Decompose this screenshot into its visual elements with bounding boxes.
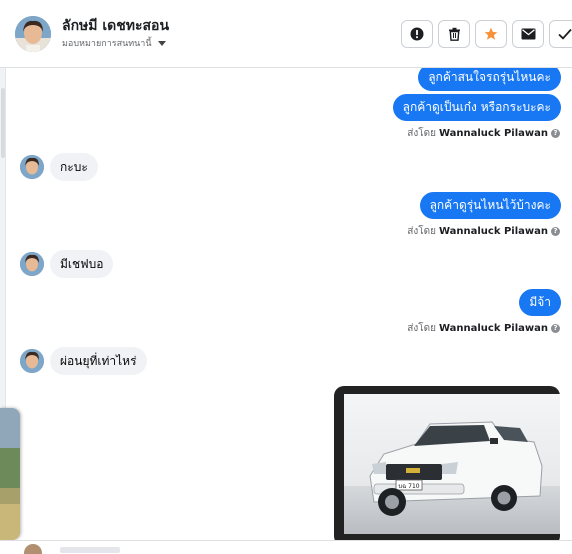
outgoing-message[interactable]: ลูกค้าดูเป็นเก๋ง หรือกระบะคะ <box>392 94 561 121</box>
star-icon <box>484 27 498 40</box>
license-plate: บฉ 710 <box>398 483 419 490</box>
incoming-message[interactable]: ผ่อนยุที่เท่าไหร่ <box>50 347 147 375</box>
photo-attachment[interactable]: บฉ 710 <box>344 394 560 534</box>
trash-icon <box>448 27 460 41</box>
sent-by-author[interactable]: Wannaluck Pilawan <box>439 128 548 139</box>
message-thread[interactable]: ลูกค้าสนใจรถรุ่นไหนคะ ลูกค้าดูเป็นเก๋ง ห… <box>6 68 572 540</box>
header-actions <box>401 20 572 48</box>
contact-avatar-small[interactable] <box>20 349 44 373</box>
help-icon[interactable]: ? <box>551 227 560 236</box>
exclamation-icon <box>410 27 424 41</box>
floating-media-thumbnail[interactable] <box>0 408 20 540</box>
help-icon[interactable]: ? <box>551 129 560 138</box>
conversation-header: ลักษมี เดชทะสอน มอบหมายการสนทนานี้ <box>0 0 572 68</box>
incoming-message[interactable]: มีเชฟบอ <box>50 250 114 278</box>
sent-by-prefix: ส่งโดย <box>407 323 436 334</box>
checkmark-icon <box>558 28 572 40</box>
sent-by-line: ส่งโดย Wannaluck Pilawan ? <box>407 321 560 336</box>
chat-window: ลักษมี เดชทะสอน มอบหมายการสนทนานี้ ลูกค้… <box>0 0 572 554</box>
sent-by-line: ส่งโดย Wannaluck Pilawan ? <box>407 224 560 239</box>
scrollbar-thumb[interactable] <box>1 88 5 158</box>
assign-conversation-dropdown[interactable]: มอบหมายการสนทนานี้ <box>62 36 166 50</box>
sent-by-author[interactable]: Wannaluck Pilawan <box>439 226 548 237</box>
assign-label: มอบหมายการสนทนานี้ <box>62 39 152 49</box>
mark-done-button[interactable] <box>549 20 572 48</box>
sent-by-prefix: ส่งโดย <box>407 226 436 237</box>
composer-area <box>0 540 572 554</box>
incoming-message[interactable]: กะบะ <box>50 153 98 181</box>
outgoing-message[interactable]: ลูกค้าสนใจรถรุ่นไหนคะ <box>418 68 561 91</box>
composer-text-stub[interactable] <box>60 547 120 553</box>
chevron-down-icon <box>157 40 166 46</box>
sent-by-line: ส่งโดย Wannaluck Pilawan ? <box>407 126 560 141</box>
composer-avatar <box>24 544 42 554</box>
contact-avatar-small[interactable] <box>20 252 44 276</box>
star-button[interactable] <box>475 20 507 48</box>
help-icon[interactable]: ? <box>551 324 560 333</box>
mark-spam-button[interactable] <box>401 20 433 48</box>
sent-by-prefix: ส่งโดย <box>407 128 436 139</box>
outgoing-message[interactable]: ลูกค้าดูรุ่นไหนไว้บ้างคะ <box>419 192 561 219</box>
contact-name[interactable]: ลักษมี เดชทะสอน <box>62 15 169 37</box>
outgoing-message[interactable]: มีจ้า <box>519 289 561 316</box>
contact-avatar-small[interactable] <box>20 155 44 179</box>
delete-button[interactable] <box>438 20 470 48</box>
envelope-icon <box>521 28 535 40</box>
mark-unread-button[interactable] <box>512 20 544 48</box>
contact-avatar[interactable] <box>15 16 51 52</box>
sent-by-author[interactable]: Wannaluck Pilawan <box>439 323 548 334</box>
